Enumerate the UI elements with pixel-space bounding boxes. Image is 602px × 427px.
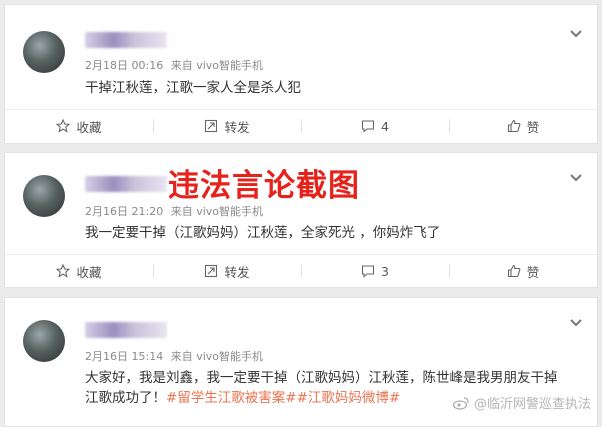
post-date[interactable]: 2月16日 15:14	[85, 350, 163, 363]
post-date[interactable]: 2月16日 21:20	[85, 205, 163, 218]
post-source: 来自 vivo智能手机	[170, 205, 264, 218]
comment-icon	[361, 265, 375, 278]
post-text: 我一定要干掉（江歌妈妈）江秋莲，全家死光 ，你妈炸飞了	[85, 225, 441, 241]
star-icon	[56, 264, 71, 278]
username-blurred[interactable]	[85, 322, 167, 338]
post-card: 2月18日 00:16 来自 vivo智能手机 干掉江秋莲，江歌一家人全是杀人犯…	[4, 4, 598, 144]
repost-button[interactable]: 转发	[153, 110, 301, 142]
weibo-logo-icon	[452, 396, 469, 410]
comment-button[interactable]: 3	[301, 255, 449, 287]
chevron-down-icon[interactable]	[569, 173, 583, 183]
like-button[interactable]: 赞	[449, 110, 597, 142]
like-button[interactable]: 赞	[449, 255, 597, 287]
post-date[interactable]: 2月18日 00:16	[85, 59, 163, 72]
hashtag-links[interactable]: #留学生江歌被害案##江歌妈妈微博#	[166, 390, 400, 406]
username-blurred[interactable]	[85, 176, 167, 192]
post-meta: 2月16日 15:14 来自 vivo智能手机	[85, 348, 263, 364]
comment-icon	[361, 120, 375, 133]
post-meta: 2月16日 21:20 来自 vivo智能手机	[85, 203, 263, 219]
avatar[interactable]	[23, 320, 65, 362]
chevron-down-icon[interactable]	[569, 29, 583, 39]
repost-icon	[205, 119, 218, 133]
thumbs-up-icon	[507, 264, 521, 278]
favorite-button[interactable]: 收藏	[5, 255, 153, 287]
illegal-speech-screenshot-label: 违法言论截图	[168, 168, 360, 204]
chevron-down-icon[interactable]	[569, 318, 583, 328]
avatar[interactable]	[23, 31, 65, 73]
weibo-watermark: @临沂网警巡查执法	[452, 393, 591, 412]
repost-button[interactable]: 转发	[153, 255, 301, 287]
post-text: 干掉江秋莲，江歌一家人全是杀人犯	[85, 80, 301, 96]
post-source: 来自 vivo智能手机	[170, 350, 264, 363]
repost-icon	[205, 264, 218, 278]
post-source: 来自 vivo智能手机	[170, 59, 264, 72]
action-bar: 收藏 转发 3 赞	[5, 254, 597, 287]
post-meta: 2月18日 00:16 来自 vivo智能手机	[85, 57, 263, 73]
comment-button[interactable]: 4	[301, 110, 449, 142]
username-blurred[interactable]	[85, 32, 167, 48]
action-bar: 收藏 转发 4 赞	[5, 109, 597, 142]
thumbs-up-icon	[507, 119, 521, 133]
favorite-button[interactable]: 收藏	[5, 110, 153, 142]
post-text-line: 大家好，我是刘鑫，我一定要干掉（江歌妈妈）江秋莲，陈世峰是我男朋友干掉	[85, 370, 558, 386]
star-icon	[56, 119, 71, 133]
avatar[interactable]	[23, 175, 65, 217]
